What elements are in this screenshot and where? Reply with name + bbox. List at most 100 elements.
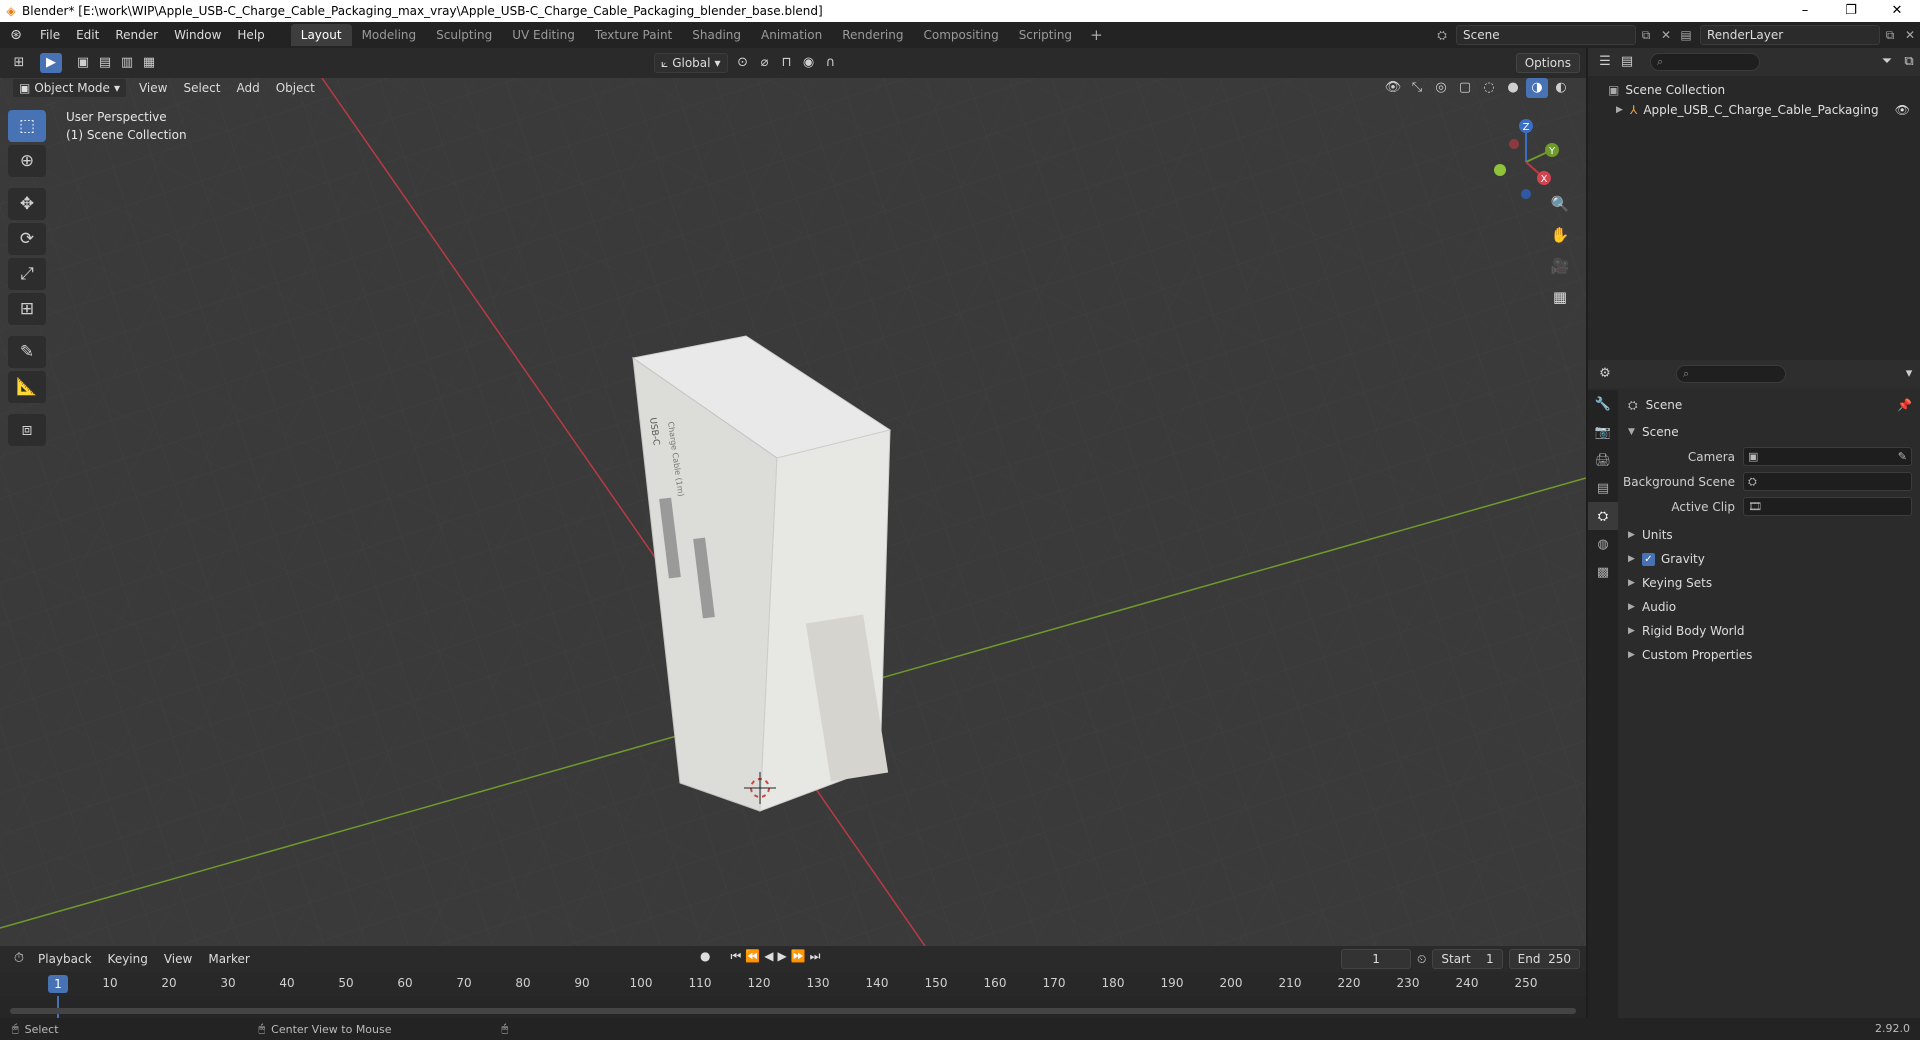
menu-edit[interactable]: Edit — [68, 22, 107, 48]
view-layer-icon[interactable]: ▤ — [1676, 28, 1696, 42]
expand-arrow-icon[interactable]: ▶ — [1616, 105, 1630, 115]
timeline-menu-keying[interactable]: Keying — [100, 946, 156, 972]
blender-menu-icon[interactable]: ⊛ — [0, 27, 32, 43]
material-shading-icon[interactable]: ◑ — [1526, 78, 1548, 98]
keying-sets-section[interactable]: ▶ Keying Sets — [1618, 571, 1920, 595]
menu-file[interactable]: File — [32, 22, 68, 48]
scene-collection-row[interactable]: ▣ Scene Collection — [1588, 80, 1920, 100]
viewport-menu-add[interactable]: Add — [228, 78, 267, 100]
next-keyframe-icon[interactable]: ⏩ — [791, 949, 806, 964]
end-frame-field[interactable]: End 250 — [1508, 949, 1580, 969]
render-layer-field[interactable]: RenderLayer — [1700, 25, 1880, 45]
new-scene-icon[interactable]: ⧉ — [1636, 28, 1656, 43]
close-button[interactable]: ✕ — [1874, 0, 1920, 22]
display-mode-icon[interactable]: ▤ — [1616, 52, 1638, 72]
overlay-toggle-icon[interactable]: ◎ — [1430, 78, 1452, 98]
select-extend-icon[interactable]: ▤ — [94, 53, 116, 73]
viewport-menu-view[interactable]: View — [131, 78, 175, 100]
solid-shading-icon[interactable]: ● — [1502, 78, 1524, 98]
add-cube-tool-icon[interactable]: ⧈ — [8, 414, 46, 446]
background-scene-field[interactable]: ⛭ — [1743, 472, 1912, 491]
timeline-menu-marker[interactable]: Marker — [200, 946, 257, 972]
texture-tab-icon[interactable]: ▩ — [1588, 558, 1618, 586]
timeline-menu-playback[interactable]: Playback — [30, 946, 100, 972]
camera-field[interactable]: ▣ ✎ — [1743, 447, 1912, 466]
cursor-tool-icon[interactable]: ⊕ — [8, 145, 46, 177]
tab-texture-paint[interactable]: Texture Paint — [585, 24, 682, 46]
render-tab-icon[interactable]: 📷 — [1588, 418, 1618, 446]
start-frame-field[interactable]: Start 1 — [1432, 949, 1503, 969]
tab-rendering[interactable]: Rendering — [832, 24, 913, 46]
transform-orientation-dropdown[interactable]: ⟀ Global ▾ — [654, 53, 728, 73]
tab-layout[interactable]: Layout — [290, 24, 352, 46]
scene-icon[interactable]: ⛭ — [1432, 28, 1452, 43]
select-box-tool-icon[interactable]: ⬚ — [8, 110, 46, 142]
zoom-icon[interactable]: 🔍 — [1546, 190, 1574, 218]
scale-tool-icon[interactable]: ⤢ — [8, 258, 46, 290]
rendered-shading-icon[interactable]: ◐ — [1550, 78, 1572, 98]
scene-section-header[interactable]: ▼ Scene — [1618, 420, 1920, 444]
timeline-ruler[interactable]: 1 10 20 30 40 50 60 70 80 90 100 110 120… — [0, 972, 1586, 996]
eyedropper-icon[interactable]: ✎ — [1898, 450, 1907, 463]
timeline-scrollbar[interactable] — [10, 1008, 1576, 1014]
new-collection-icon[interactable]: ⧉ — [1898, 52, 1920, 72]
tab-sculpting[interactable]: Sculpting — [426, 24, 502, 46]
outliner-editor-icon[interactable]: ☰ — [1594, 52, 1616, 72]
units-section[interactable]: ▶ Units — [1618, 523, 1920, 547]
xray-icon[interactable]: ▢ — [1454, 78, 1476, 98]
current-frame-indicator[interactable]: 1 — [48, 975, 68, 993]
current-frame-field[interactable]: 1 — [1341, 949, 1412, 969]
tool-tab-icon[interactable]: 🔧 — [1588, 390, 1618, 418]
audio-section[interactable]: ▶ Audio — [1618, 595, 1920, 619]
select-invert-icon[interactable]: ▦ — [138, 53, 160, 73]
tab-animation[interactable]: Animation — [751, 24, 832, 46]
options-button[interactable]: Options — [1515, 53, 1580, 73]
tab-compositing[interactable]: Compositing — [913, 24, 1008, 46]
proportional-edit-icon[interactable]: ◉ — [798, 53, 820, 73]
gravity-checkbox[interactable]: ✓ — [1642, 552, 1655, 566]
play-icon[interactable]: ▶ — [777, 949, 786, 964]
scene-tab-icon[interactable]: ⛭ — [1588, 502, 1618, 530]
filter-icon[interactable]: ⏷ — [1876, 52, 1898, 72]
delete-layer-icon[interactable]: ✕ — [1900, 28, 1920, 42]
mode-dropdown[interactable]: ▣ Object Mode ▾ — [12, 78, 127, 98]
maximize-button[interactable]: ❐ — [1828, 0, 1874, 22]
pan-hand-icon[interactable]: ✋ — [1546, 221, 1574, 249]
play-reverse-icon[interactable]: ◀ — [764, 949, 773, 964]
properties-search-icon[interactable]: ⌕ — [1676, 365, 1786, 383]
menu-help[interactable]: Help — [229, 22, 272, 48]
snap-icon[interactable]: ⌀ — [754, 53, 776, 73]
visibility-icon[interactable]: 👁 — [1382, 78, 1404, 98]
rigid-body-world-section[interactable]: ▶ Rigid Body World — [1618, 619, 1920, 643]
menu-window[interactable]: Window — [166, 22, 229, 48]
pivot-point-icon[interactable]: ⊙ — [732, 53, 754, 73]
gizmo-toggle-icon[interactable]: ⤡ — [1406, 78, 1428, 98]
editor-type-icon[interactable]: ⊞ — [8, 53, 30, 73]
snap-target-icon[interactable]: ⊓ — [776, 53, 798, 73]
tab-uv-editing[interactable]: UV Editing — [502, 24, 585, 46]
select-mode-icon[interactable]: ▶ — [40, 53, 62, 73]
select-new-icon[interactable]: ▣ — [72, 53, 94, 73]
camera-view-icon[interactable]: 🎥 — [1546, 252, 1574, 280]
viewport-menu-object[interactable]: Object — [268, 78, 323, 100]
perspective-toggle-icon[interactable]: ▦ — [1546, 283, 1574, 311]
gravity-section[interactable]: ▶ ✓ Gravity — [1618, 547, 1920, 571]
active-clip-field[interactable]: 🎞 — [1743, 497, 1912, 516]
properties-editor-icon[interactable]: ⚙ — [1594, 364, 1616, 384]
timeline-menu-view[interactable]: View — [156, 946, 200, 972]
annotate-tool-icon[interactable]: ✎ — [8, 336, 46, 368]
outliner-search-icon[interactable]: ⌕ — [1650, 53, 1760, 71]
rotate-tool-icon[interactable]: ⟳ — [8, 223, 46, 255]
wireframe-shading-icon[interactable]: ◌ — [1478, 78, 1500, 98]
measure-tool-icon[interactable]: 📐 — [8, 371, 46, 403]
falloff-icon[interactable]: ∩ — [820, 53, 842, 73]
move-tool-icon[interactable]: ✥ — [8, 188, 46, 220]
transform-tool-icon[interactable]: ⊞ — [8, 293, 46, 325]
eye-visibility-icon[interactable]: 👁 — [1895, 103, 1910, 117]
tab-shading[interactable]: Shading — [682, 24, 751, 46]
menu-render[interactable]: Render — [107, 22, 166, 48]
tab-modeling[interactable]: Modeling — [352, 24, 427, 46]
outliner-object-row[interactable]: ▶ ⅄ Apple_USB_C_Charge_Cable_Packaging 👁 — [1588, 100, 1920, 120]
viewport-menu-select[interactable]: Select — [175, 78, 228, 100]
timeline-editor-icon[interactable]: ⏱ — [8, 949, 30, 969]
